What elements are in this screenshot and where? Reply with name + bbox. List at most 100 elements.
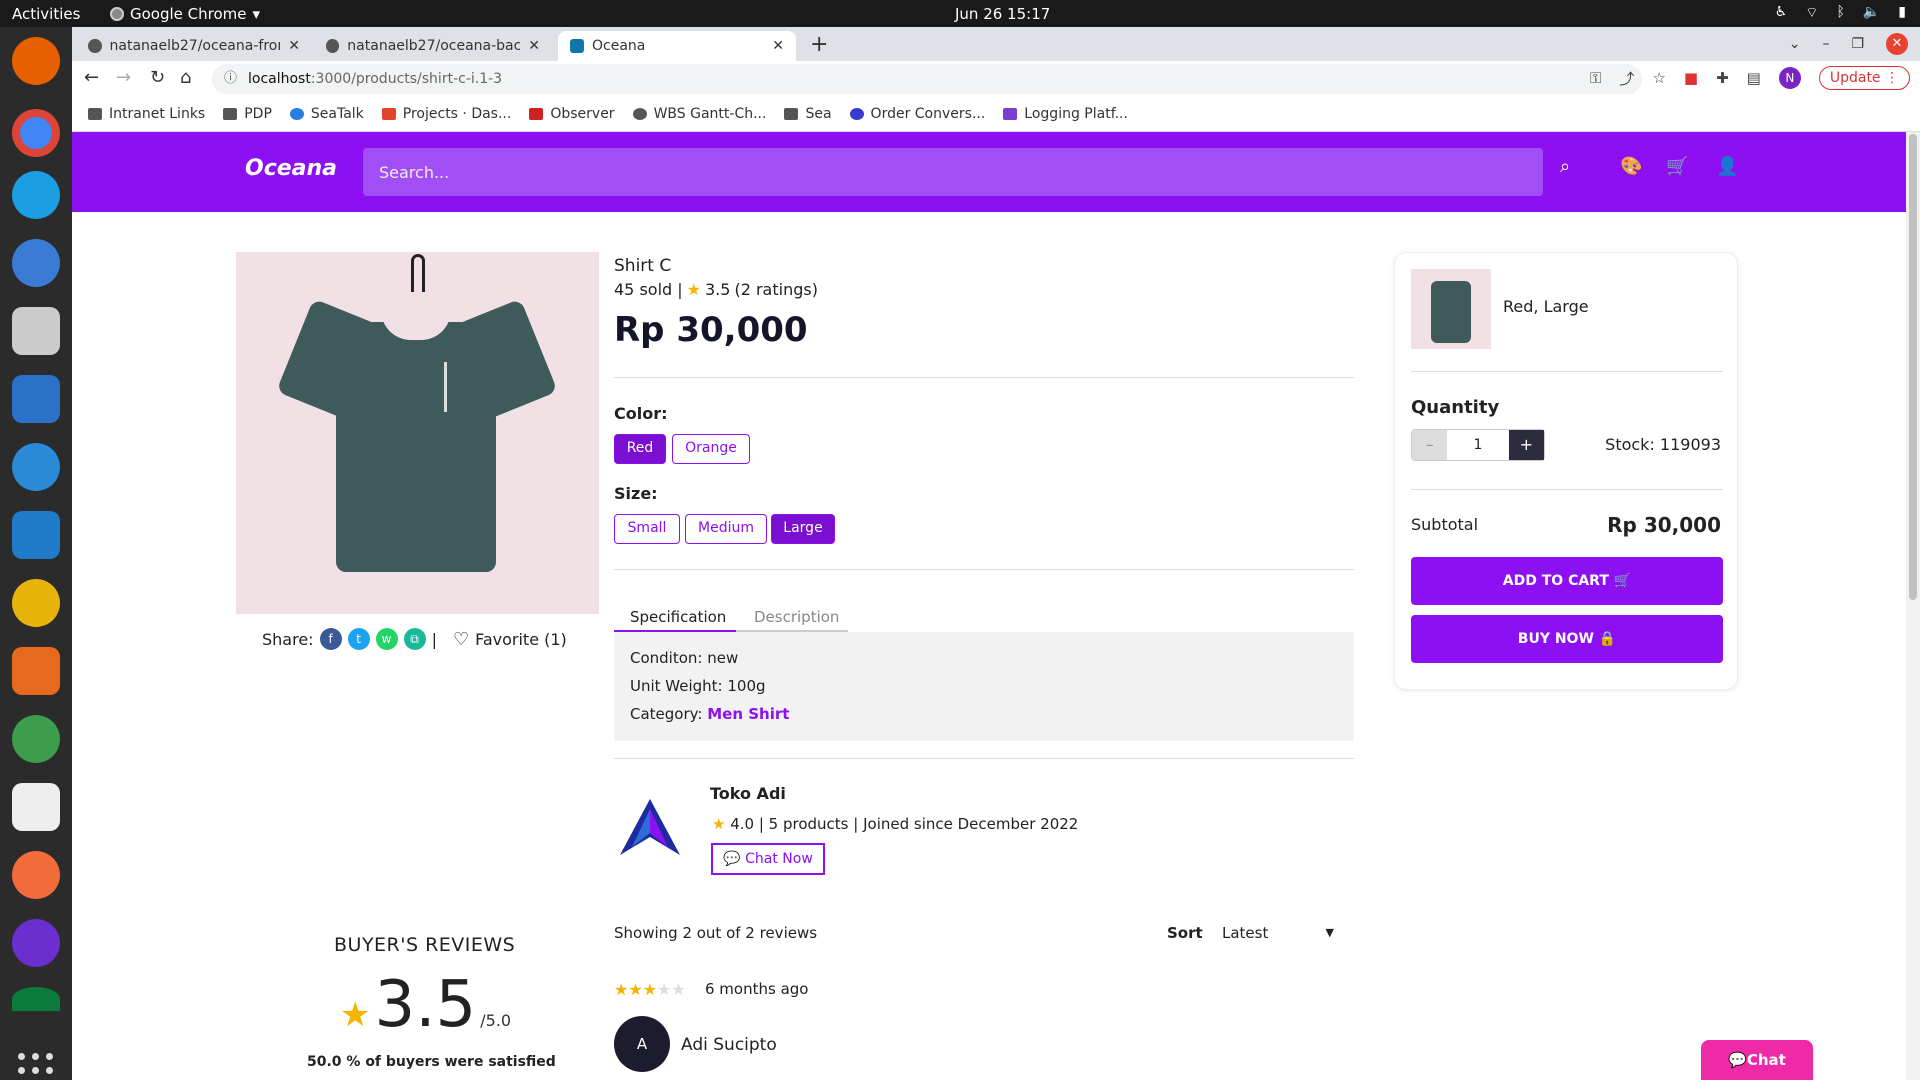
chevron-down-icon: ▾ [252, 5, 261, 23]
favorite-label[interactable]: Favorite (1) [475, 630, 567, 649]
rhythmbox-icon[interactable] [12, 579, 60, 627]
chrome-dock-icon[interactable] [12, 109, 60, 157]
tab-specification[interactable]: Specification [630, 608, 726, 626]
sort-select[interactable]: Latest ▼ [1214, 918, 1340, 948]
tab-search-icon[interactable]: ⌄ [1789, 36, 1801, 52]
size-option-medium[interactable]: Medium [685, 514, 767, 544]
wifi-icon[interactable]: ⌔ [1805, 4, 1818, 22]
bookmark-observer[interactable]: Observer [529, 106, 615, 122]
tab-title: Oceana [592, 38, 646, 54]
firefox-icon[interactable] [12, 37, 60, 85]
star-icon: ★ [712, 815, 726, 833]
files-icon[interactable] [12, 307, 60, 355]
help-icon[interactable] [12, 443, 60, 491]
product-image[interactable] [236, 252, 599, 614]
subtotal-label: Subtotal [1411, 515, 1479, 534]
floating-chat-button[interactable]: 💬Chat [1701, 1040, 1813, 1080]
palette-icon[interactable]: 🎨 [1620, 156, 1642, 177]
bookmark-projects[interactable]: Projects · Das... [381, 106, 511, 122]
tab-backend[interactable]: natanaelb27/oceana-back ✕ [314, 31, 552, 61]
battery-icon[interactable]: ▮ [1898, 4, 1906, 22]
window-close-icon[interactable]: ✕ [1886, 33, 1908, 55]
tab-description[interactable]: Description [754, 608, 839, 626]
bookmark-logging[interactable]: Logging Platf... [1003, 106, 1128, 122]
bookmark-star-icon[interactable]: ☆ [1652, 69, 1665, 87]
close-icon[interactable]: ✕ [288, 38, 300, 54]
store-logo[interactable] [618, 797, 682, 857]
tab-oceana[interactable]: Oceana ✕ [558, 31, 796, 61]
scrollbar-thumb[interactable] [1909, 134, 1917, 600]
postman-icon[interactable] [12, 851, 60, 899]
chat-now-button[interactable]: 💬 Chat Now [711, 843, 825, 875]
review-stars: ★★★★★ [614, 980, 686, 999]
page-scrollbar[interactable] [1906, 132, 1920, 1080]
restore-icon[interactable]: ❐ [1851, 36, 1864, 52]
thunderbird-icon[interactable] [12, 239, 60, 287]
writer-icon[interactable] [12, 375, 60, 423]
site-logo[interactable]: Oceana [245, 156, 337, 181]
add-to-cart-button[interactable]: ADD TO CART 🛒 [1411, 557, 1723, 605]
bookmark-pdp[interactable]: PDP [223, 106, 272, 122]
address-bar[interactable]: ⓘ localhost:3000/products/shirt-c-i.1-3 [212, 64, 1642, 94]
vscode-icon[interactable] [12, 511, 60, 559]
software-icon[interactable] [12, 647, 60, 695]
extension-red-icon[interactable]: ■ [1684, 69, 1698, 87]
search-icon[interactable]: ⌕ [1560, 156, 1570, 177]
bookmark-seatalk[interactable]: SeaTalk [289, 106, 364, 122]
quantity-increment-button[interactable]: + [1508, 430, 1545, 460]
close-icon[interactable]: ✕ [528, 38, 540, 54]
globe-icon[interactable] [12, 715, 60, 763]
accessibility-icon[interactable]: ♿ [1775, 4, 1788, 22]
terminal-icon[interactable] [12, 987, 60, 1011]
close-icon[interactable]: ✕ [772, 38, 784, 54]
text-editor-icon[interactable] [12, 783, 60, 831]
store-name[interactable]: Toko Adi [710, 784, 786, 803]
profile-avatar[interactable]: N [1778, 67, 1801, 89]
quantity-input[interactable]: 1 [1447, 430, 1508, 460]
activities-button[interactable]: Activities [12, 5, 80, 23]
edge-icon[interactable] [12, 171, 60, 219]
tab-frontend[interactable]: natanaelb27/oceana-fron ✕ [76, 31, 312, 61]
facebook-icon[interactable]: f [319, 628, 342, 650]
system-tray[interactable]: ♿ ⌔ ᛒ 🔈 ▮ [1775, 4, 1906, 22]
back-icon[interactable]: ← [84, 67, 99, 88]
category-link[interactable]: Men Shirt [707, 705, 789, 723]
key-icon[interactable]: ⚿ [1590, 69, 1601, 87]
forward-icon[interactable]: → [116, 67, 131, 88]
buy-now-button[interactable]: BUY NOW 🔒 [1411, 615, 1723, 663]
user-icon[interactable]: 👤 [1716, 156, 1738, 177]
volume-icon[interactable]: 🔈 [1863, 4, 1880, 22]
bookmark-wbs[interactable]: WBS Gantt-Ch... [632, 106, 766, 122]
color-option-orange[interactable]: Orange [672, 434, 750, 464]
size-option-large[interactable]: Large [771, 514, 835, 544]
bluetooth-icon[interactable]: ᛒ [1836, 4, 1844, 22]
divider [614, 758, 1354, 759]
new-tab-icon[interactable]: + [810, 32, 828, 57]
reload-icon[interactable]: ↻ [150, 67, 165, 88]
search-input[interactable] [363, 148, 1543, 196]
clock[interactable]: Jun 26 15:17 [955, 5, 1050, 23]
color-option-red[interactable]: Red [614, 434, 666, 464]
bookmark-order[interactable]: Order Convers... [849, 106, 985, 122]
extensions-puzzle-icon[interactable]: ✚ [1716, 69, 1729, 87]
heart-icon[interactable]: ♡ [453, 629, 469, 650]
home-icon[interactable]: ⌂ [180, 67, 191, 88]
cart-icon[interactable]: 🛒 [1666, 156, 1688, 177]
copy-link-icon[interactable]: ⧉ [403, 628, 426, 650]
firefox-dev-icon[interactable] [12, 919, 60, 967]
whatsapp-icon[interactable]: w [375, 628, 398, 650]
bookmark-sea[interactable]: Sea [784, 106, 832, 122]
bookmark-intranet[interactable]: Intranet Links [88, 106, 205, 122]
share-icon[interactable]: ⤴ [1619, 68, 1634, 89]
site-info-icon[interactable]: ⓘ [224, 64, 237, 94]
product-price: Rp 30,000 [614, 310, 808, 350]
show-apps-icon[interactable] [18, 1053, 54, 1080]
twitter-icon[interactable]: t [347, 628, 370, 650]
side-panel-icon[interactable]: ▤ [1747, 69, 1761, 87]
minimize-icon[interactable]: – [1822, 36, 1829, 52]
update-button[interactable]: Update ⋮ [1818, 66, 1910, 90]
quantity-decrement-button[interactable]: – [1412, 430, 1448, 460]
size-option-small[interactable]: Small [614, 514, 680, 544]
app-menu[interactable]: Google Chrome ▾ [110, 5, 260, 23]
github-icon [326, 39, 340, 53]
